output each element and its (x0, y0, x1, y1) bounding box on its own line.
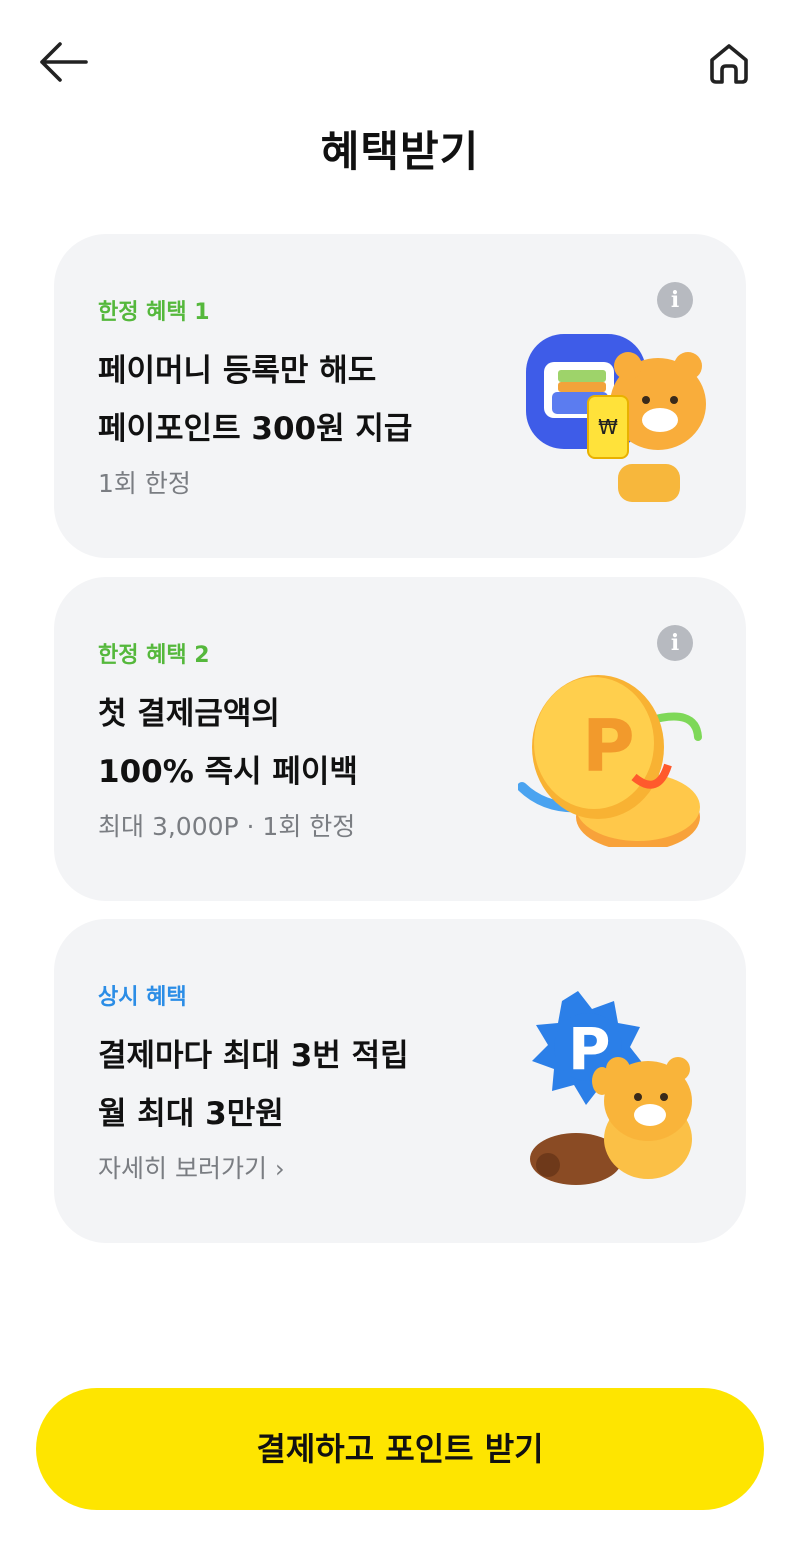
benefit-subtext: 최대 3,000P · 1회 한정 (98, 812, 356, 841)
top-bar (0, 0, 800, 120)
benefit-card-2[interactable]: 한정 혜택 2 첫 결제금액의 100% 즉시 페이백 최대 3,000P · … (54, 577, 746, 901)
pay-and-get-points-button[interactable]: 결제하고 포인트 받기 (36, 1388, 764, 1510)
svg-text:₩: ₩ (598, 415, 618, 439)
benefit-tag: 한정 혜택 2 (98, 643, 210, 668)
page-title: 혜택받기 (320, 127, 480, 176)
benefit-card-1[interactable]: 한정 혜택 1 페이머니 등록만 해도 페이포인트 300원 지급 1회 한정 … (54, 234, 746, 558)
headline-line: 첫 결제금액의 (98, 696, 280, 732)
headline-line: 페이포인트 300원 지급 (98, 411, 413, 447)
benefit-subtext: 1회 한정 (98, 469, 191, 498)
benefit-headline: 결제마다 최대 3번 적립 월 최대 3만원 (98, 1027, 409, 1143)
home-button[interactable] (704, 38, 754, 88)
home-icon (710, 44, 748, 84)
benefit-tag: 상시 혜택 (98, 985, 187, 1010)
headline-line: 월 최대 3만원 (98, 1096, 284, 1132)
headline-line: 100% 즉시 페이백 (98, 754, 358, 790)
wallet-lion-icon: ₩ (526, 334, 706, 502)
svg-text:P: P (582, 704, 635, 788)
headline-line: 결제마다 최대 3번 적립 (98, 1038, 409, 1074)
benefit-headline: 페이머니 등록만 해도 페이포인트 300원 지급 (98, 342, 412, 458)
arrow-left-icon (40, 42, 88, 82)
back-button[interactable] (36, 40, 90, 84)
point-coin-icon: P (518, 675, 702, 847)
chevron-right-icon: › (274, 1155, 285, 1183)
benefit-card-3[interactable]: 상시 혜택 결제마다 최대 3번 적립 월 최대 3만원 자세히 보러가기 › P (54, 919, 746, 1243)
point-badge-lion-icon: P (530, 991, 692, 1185)
details-link-label: 자세히 보러가기 (98, 1154, 267, 1183)
benefit-headline: 첫 결제금액의 100% 즉시 페이백 (98, 685, 358, 801)
headline-line: 페이머니 등록만 해도 (98, 353, 377, 389)
details-link[interactable]: 자세히 보러가기 › (98, 1149, 285, 1185)
benefit-tag: 한정 혜택 1 (98, 300, 210, 325)
